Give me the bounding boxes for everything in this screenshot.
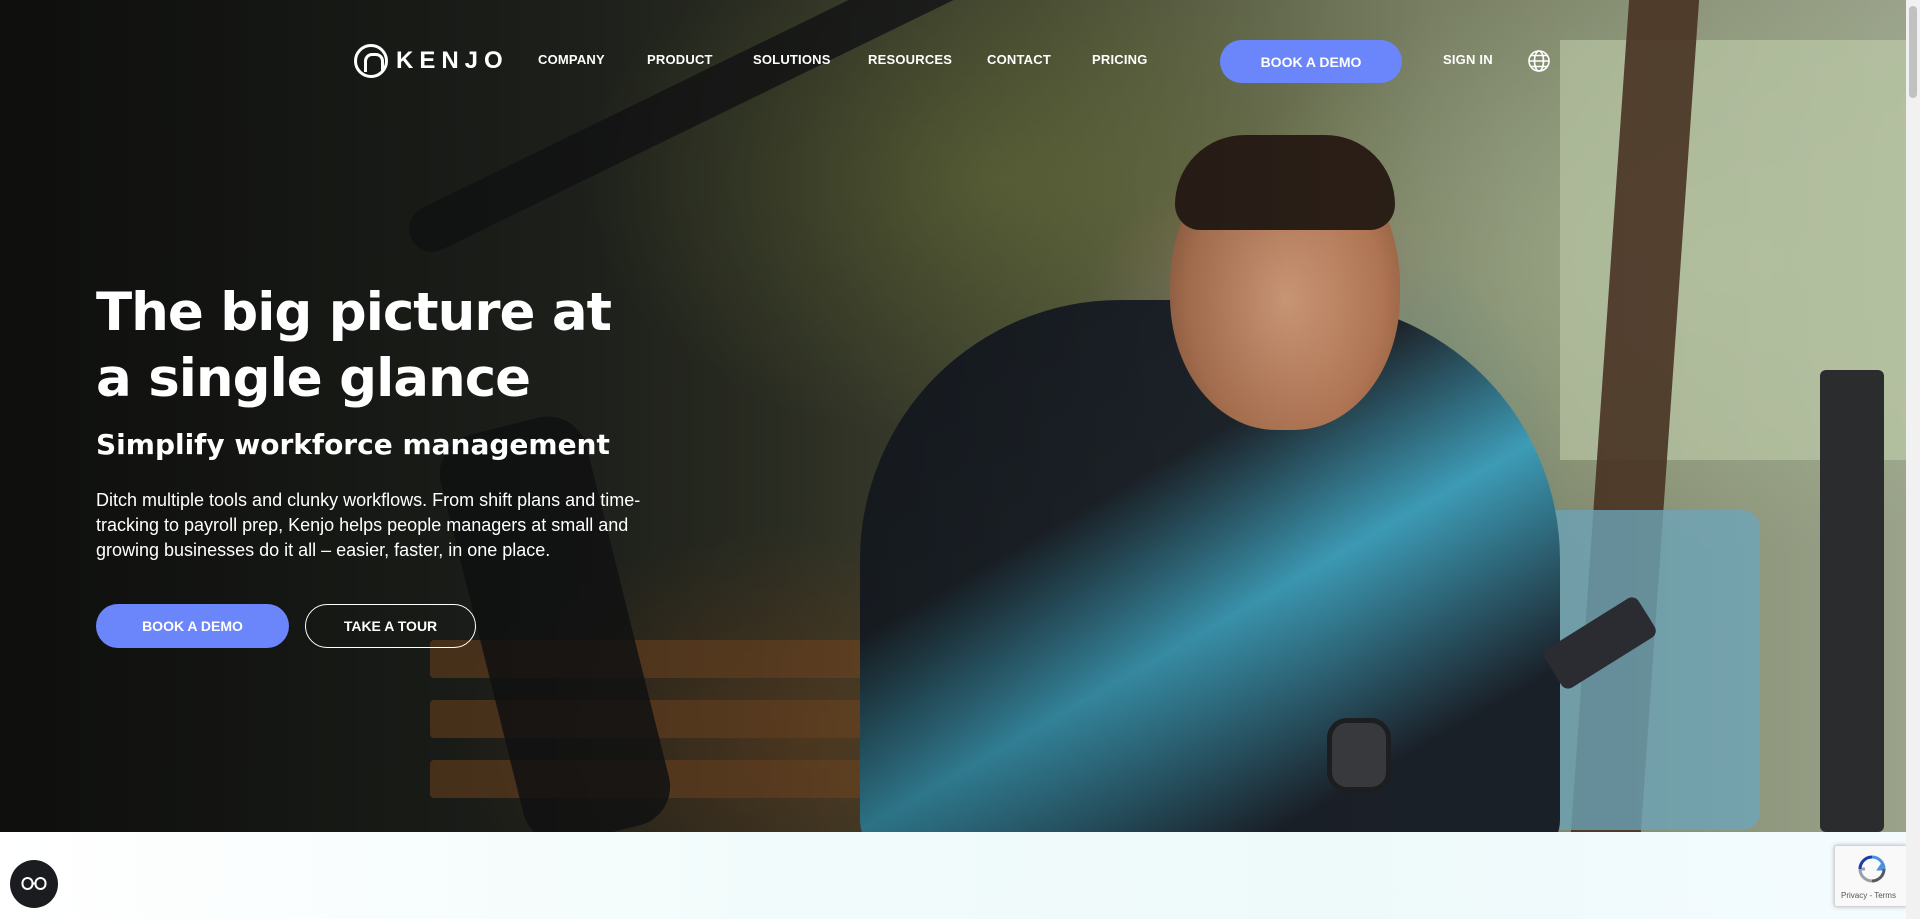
nav-link-pricing[interactable]: PRICING [1092,52,1148,67]
hero-description: Ditch multiple tools and clunky workflow… [96,490,641,560]
hero-overlay [0,0,1906,832]
hero-subtitle: Simplify workforce management [96,428,610,461]
kenjo-logo[interactable]: KENJO [354,44,509,78]
next-section [0,832,1906,919]
glasses-icon [21,877,47,890]
sign-in-link[interactable]: SIGN IN [1443,52,1493,67]
nav-link-resources[interactable]: RESOURCES [868,52,952,67]
accessibility-widget-button[interactable] [10,860,58,908]
page-scrollbar[interactable] [1906,0,1920,919]
recaptcha-icon [1858,855,1886,883]
nav-book-demo-button[interactable]: BOOK A DEMO [1220,40,1402,83]
globe-icon[interactable] [1527,49,1551,73]
nav-link-contact[interactable]: CONTACT [987,52,1051,67]
recaptcha-links[interactable]: Privacy - Terms [1841,891,1896,900]
take-tour-button[interactable]: TAKE A TOUR [305,604,476,648]
logo-text: KENJO [396,47,509,74]
scrollbar-thumb[interactable] [1909,6,1917,98]
nav-link-product[interactable]: PRODUCT [647,52,713,67]
nav-link-solutions[interactable]: SOLUTIONS [753,52,831,67]
book-demo-button[interactable]: BOOK A DEMO [96,604,289,648]
nav-link-company[interactable]: COMPANY [538,52,605,67]
kenjo-logo-icon [354,44,388,78]
hero-title: The big picture at a single glance [96,282,612,409]
hero-background-image [0,0,1906,832]
top-navigation: KENJO COMPANY PRODUCT SOLUTIONS RESOURCE… [0,0,1906,120]
recaptcha-badge[interactable]: Privacy - Terms [1834,845,1906,907]
